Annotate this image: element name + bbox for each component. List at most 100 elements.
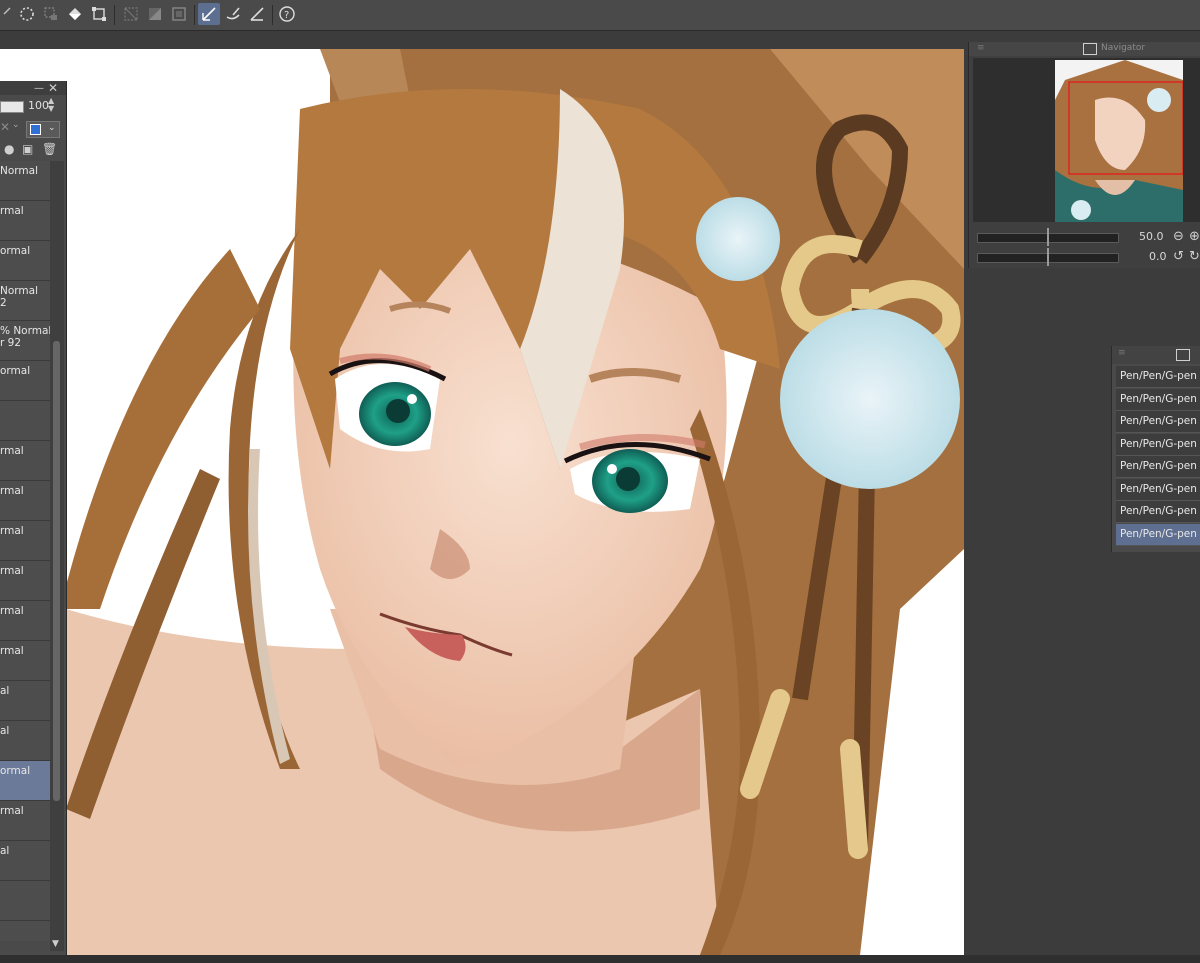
- layer-scrollbar[interactable]: ▼: [50, 161, 64, 951]
- help-icon[interactable]: ?: [276, 3, 298, 25]
- layer-row[interactable]: ormal: [0, 361, 50, 401]
- sub-tool-item[interactable]: Pen/Pen/G-pen: [1116, 523, 1200, 546]
- sub-tool-label: Pen/Pen/G-pen: [1120, 482, 1197, 495]
- selection-launcher-icon[interactable]: [40, 3, 62, 25]
- scrollbar-thumb[interactable]: [53, 341, 60, 801]
- layer-color-off-icon[interactable]: ✕: [0, 120, 10, 134]
- panel-menu-icon[interactable]: [1176, 349, 1190, 361]
- layer-row[interactable]: rmal: [0, 601, 50, 641]
- sub-tool-titlebar[interactable]: ≡: [1112, 346, 1200, 364]
- layer-color-swatch[interactable]: ⌄: [26, 121, 60, 138]
- new-layer-icon[interactable]: ▣: [22, 142, 33, 156]
- sub-tool-label: Pen/Pen/G-pen: [1120, 415, 1197, 427]
- magic-wand-icon[interactable]: [16, 3, 38, 25]
- layer-row[interactable]: [0, 881, 50, 921]
- layer-row[interactable]: % Normal r 92: [0, 321, 50, 361]
- layer-row[interactable]: Normal 2: [0, 281, 50, 321]
- layer-row[interactable]: [0, 401, 50, 441]
- layer-blend-mode: rmal: [0, 445, 24, 457]
- layer-row[interactable]: rmal: [0, 521, 50, 561]
- sub-tool-item[interactable]: Pen/Pen/G-pen: [1116, 411, 1200, 433]
- layer-blend-mode: % Normal: [0, 325, 50, 337]
- sub-tool-item[interactable]: Pen/Pen/G-pen: [1116, 501, 1200, 523]
- sub-tool-item[interactable]: Pen/Pen/G-pen: [1116, 366, 1200, 388]
- layer-row[interactable]: ormal: [0, 761, 50, 801]
- layer-row[interactable]: rmal: [0, 641, 50, 681]
- layer-list: Normal rmal ormal Normal 2% Normal r 92 ormal r…: [0, 161, 50, 941]
- opacity-spinner-icon[interactable]: ▲ ▼: [48, 97, 54, 113]
- sub-tool-panel: ≡ Pen/Pen/G-pen Pen/Pen/G-pen Pen/Pen/G-pe…: [1111, 346, 1200, 552]
- fill-icon[interactable]: [64, 3, 86, 25]
- layer-opacity-control[interactable]: 100 ▲ ▼: [0, 97, 62, 115]
- command-bar: ?: [0, 0, 1200, 31]
- navigator-preview[interactable]: [973, 58, 1200, 222]
- navigator-titlebar[interactable]: ≡ Navigator: [969, 42, 1200, 56]
- layer-color-chip: [30, 124, 41, 135]
- sub-tool-item[interactable]: Pen/Pen/G-pen: [1116, 456, 1200, 478]
- layer-blend-mode: rmal: [0, 525, 24, 537]
- delete-layer-icon[interactable]: 🗑: [42, 142, 57, 156]
- layer-blend-mode: ormal: [0, 765, 31, 777]
- layer-row[interactable]: al: [0, 721, 50, 761]
- opacity-value: 100: [28, 99, 49, 112]
- layer-blend-mode: rmal: [0, 485, 24, 497]
- chevron-down-icon[interactable]: ⌄: [12, 120, 20, 130]
- layer-row[interactable]: rmal: [0, 441, 50, 481]
- layer-blend-mode: rmal: [0, 605, 24, 617]
- layer-blend-mode: rmal: [0, 805, 24, 817]
- zoom-value: 50.0: [1139, 230, 1164, 243]
- rotate-left-icon[interactable]: ↺: [1173, 249, 1184, 264]
- navigator-title: Navigator: [1101, 43, 1146, 53]
- layer-blend-mode: Normal: [0, 285, 38, 297]
- transform-icon[interactable]: [88, 3, 110, 25]
- invert-selection-icon[interactable]: [168, 3, 190, 25]
- layer-row[interactable]: Normal: [0, 161, 50, 201]
- opacity-slider[interactable]: [0, 101, 24, 113]
- mask-icon[interactable]: ●: [4, 142, 14, 156]
- layer-row[interactable]: rmal: [0, 561, 50, 601]
- status-strip: [0, 955, 1200, 963]
- panel-menu-icon[interactable]: [1083, 43, 1097, 55]
- rotate-slider-knob[interactable]: [1047, 248, 1049, 266]
- ruler-icon[interactable]: [246, 3, 268, 25]
- layer-info: 2: [0, 297, 7, 309]
- sub-tool-label: Pen/Pen/G-pen: [1120, 505, 1197, 517]
- chevron-down-icon: ⌄: [48, 123, 56, 133]
- layer-blend-mode: rmal: [0, 645, 24, 657]
- sub-tool-label: Pen/Pen/G-pen: [1120, 370, 1197, 382]
- layer-blend-mode: ormal: [0, 245, 31, 257]
- layer-blend-mode: rmal: [0, 565, 24, 577]
- layer-row[interactable]: ormal: [0, 241, 50, 281]
- layer-color-row: ✕ ⌄ ⌄: [0, 118, 64, 138]
- rotate-right-icon[interactable]: ↻: [1189, 249, 1200, 264]
- layer-row[interactable]: al: [0, 681, 50, 721]
- layer-row[interactable]: rmal: [0, 801, 50, 841]
- sub-tool-item[interactable]: Pen/Pen/G-pen: [1116, 478, 1200, 501]
- fill-selection-icon[interactable]: [144, 3, 166, 25]
- zoom-in-icon[interactable]: ⊕: [1189, 229, 1200, 244]
- zoom-out-icon[interactable]: ⊖: [1173, 229, 1184, 244]
- drawing-canvas[interactable]: [0, 49, 964, 955]
- brush-correction-icon[interactable]: [222, 3, 244, 25]
- minimize-icon[interactable]: —: [34, 83, 44, 94]
- close-icon[interactable]: ✕: [48, 81, 58, 95]
- grip-icon[interactable]: ≡: [977, 43, 985, 53]
- layer-blend-mode: al: [0, 685, 10, 697]
- grip-icon[interactable]: ≡: [1118, 348, 1126, 358]
- layer-row[interactable]: [0, 921, 50, 941]
- zoom-slider-knob[interactable]: [1047, 228, 1049, 246]
- vector-pen-icon[interactable]: [198, 3, 220, 25]
- sub-tool-label: Pen/Pen/G-pen: [1120, 527, 1197, 540]
- layer-panel-titlebar[interactable]: — ✕: [0, 81, 66, 95]
- layer-row[interactable]: rmal: [0, 481, 50, 521]
- navigator-thumbnail: [1055, 60, 1183, 222]
- sub-tool-item[interactable]: Pen/Pen/G-pen: [1116, 388, 1200, 411]
- chevron-down-icon[interactable]: ▼: [52, 939, 59, 949]
- sub-tool-item[interactable]: Pen/Pen/G-pen: [1116, 433, 1200, 456]
- layer-blend-mode: al: [0, 725, 10, 737]
- layer-blend-mode: al: [0, 845, 10, 857]
- layer-row[interactable]: al: [0, 841, 50, 881]
- zoom-slider-row: 50.0 ⊖ ⊕: [975, 228, 1200, 246]
- clear-outside-icon[interactable]: [120, 3, 142, 25]
- layer-row[interactable]: rmal: [0, 201, 50, 241]
